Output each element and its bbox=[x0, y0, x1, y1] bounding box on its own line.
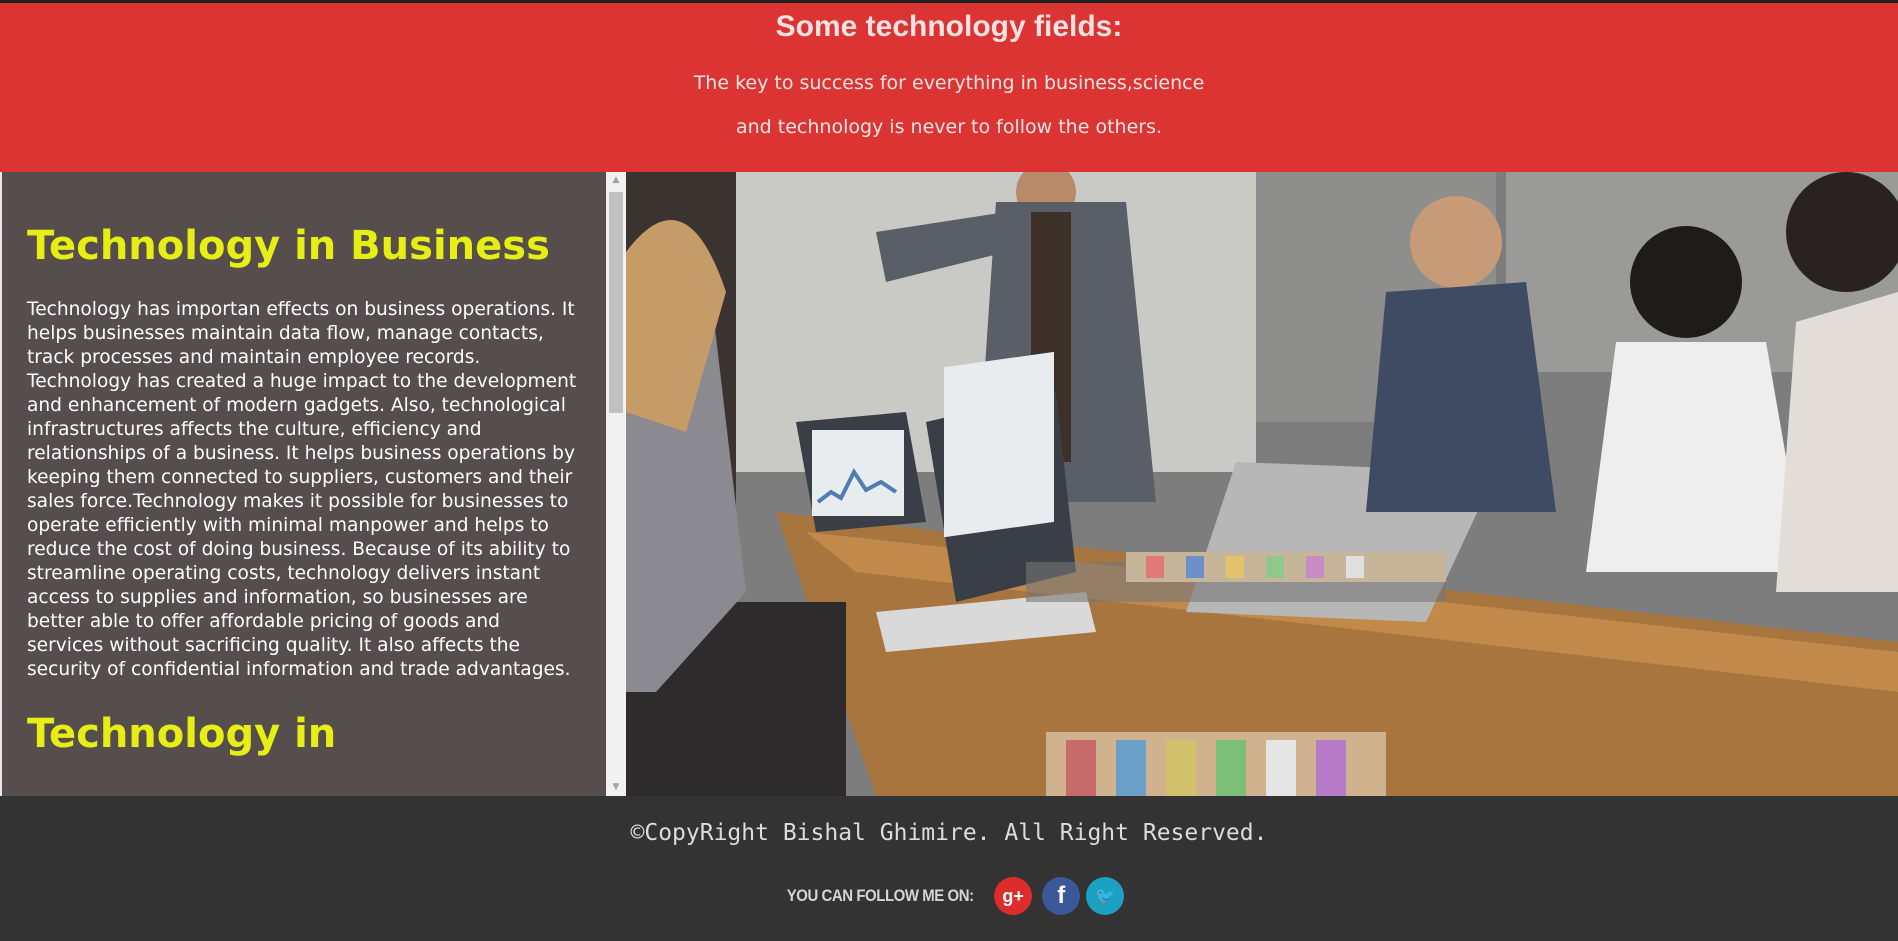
scroll-down-arrow-icon[interactable]: ▼ bbox=[606, 779, 626, 796]
tagline-line-1: The key to success for everything in bus… bbox=[693, 72, 1205, 94]
copyright-text: ©CopyRight Bishal Ghimire. All Right Res… bbox=[630, 820, 1268, 846]
google-plus-icon[interactable]: g+ bbox=[994, 877, 1033, 915]
section-heading-next: Technology in bbox=[27, 711, 337, 757]
site-footer: ©CopyRight Bishal Ghimire. All Right Res… bbox=[0, 796, 1898, 941]
scrollable-content-panel[interactable]: Technology in Business Technology has im… bbox=[0, 172, 626, 796]
section-paragraph-business: Technology has importan effects on busin… bbox=[27, 299, 577, 680]
header-banner: Some technology fields: The key to succe… bbox=[0, 3, 1898, 172]
follow-label: YOU CAN FOLLOW ME ON: bbox=[786, 886, 974, 905]
content-article: Technology in Business Technology has im… bbox=[27, 224, 582, 756]
page-title: Some technology fields: bbox=[775, 10, 1123, 43]
vertical-scrollbar[interactable]: ▲ ▼ bbox=[606, 172, 626, 796]
scrollbar-thumb[interactable] bbox=[609, 192, 623, 413]
scroll-up-arrow-icon[interactable]: ▲ bbox=[606, 172, 626, 189]
team-meeting-photo bbox=[626, 172, 1898, 796]
facebook-icon[interactable]: f bbox=[1042, 877, 1081, 915]
meeting-illustration bbox=[626, 172, 1898, 796]
section-heading-business: Technology in Business bbox=[27, 223, 550, 269]
social-follow-row: YOU CAN FOLLOW ME ON: g+ f 🐦 bbox=[0, 876, 1898, 916]
tagline-line-2: and technology is never to follow the ot… bbox=[735, 116, 1163, 138]
twitter-icon[interactable]: 🐦 bbox=[1086, 877, 1125, 915]
